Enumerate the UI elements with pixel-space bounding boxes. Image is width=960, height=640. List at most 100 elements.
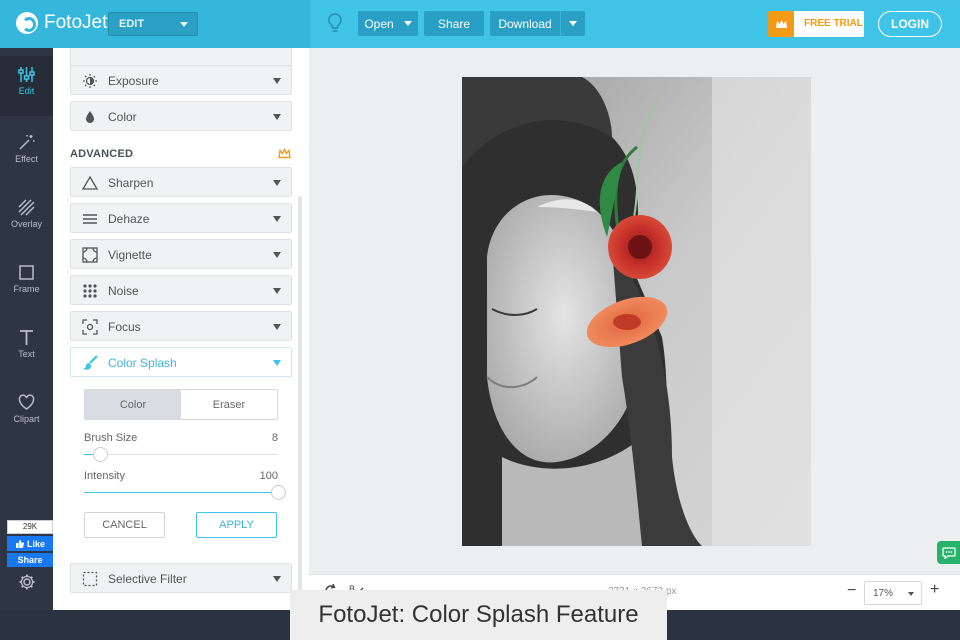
frame-icon bbox=[19, 265, 34, 280]
vignette-icon bbox=[82, 247, 98, 263]
magic-wand-icon bbox=[19, 135, 35, 150]
crown-icon bbox=[278, 148, 291, 159]
accordion-label: Exposure bbox=[108, 74, 159, 88]
share-label: Share bbox=[17, 555, 43, 565]
tab-eraser[interactable]: Eraser bbox=[181, 390, 277, 419]
accordion-focus[interactable]: Focus bbox=[70, 311, 292, 341]
accordion-noise[interactable]: Noise bbox=[70, 275, 292, 305]
chat-icon[interactable] bbox=[937, 541, 960, 564]
share-label: Share bbox=[437, 16, 471, 31]
top-bar: FotoJet EDIT Open Share Download FREE TR… bbox=[0, 0, 960, 48]
splash-mode-toggle: Color Eraser bbox=[84, 389, 278, 420]
droplet-icon bbox=[86, 111, 94, 123]
accordion-label: Dehaze bbox=[108, 212, 150, 226]
photo[interactable] bbox=[462, 77, 811, 546]
chevron-down-icon bbox=[273, 576, 281, 582]
chevron-down-icon bbox=[273, 78, 281, 84]
accordion-exposure[interactable]: Exposure bbox=[70, 65, 292, 95]
slider-handle[interactable] bbox=[92, 447, 108, 462]
download-button[interactable]: Download bbox=[490, 11, 585, 36]
brush-size-value: 8 bbox=[271, 432, 278, 444]
login-label: LOGIN bbox=[891, 17, 929, 31]
app-name: FotoJet bbox=[44, 12, 108, 33]
facebook-like-button[interactable]: Like bbox=[7, 536, 53, 551]
canvas-area bbox=[309, 48, 960, 574]
like-label: Like bbox=[26, 538, 45, 549]
nav-label: Frame bbox=[13, 284, 40, 294]
nav-item-effect[interactable]: Effect bbox=[0, 126, 53, 186]
accordion-selective-filter[interactable]: Selective Filter bbox=[70, 563, 292, 593]
accordion-dehaze[interactable]: Dehaze bbox=[70, 203, 292, 233]
chevron-down-icon bbox=[403, 21, 412, 26]
zoom-select[interactable]: 17% bbox=[864, 581, 922, 605]
nav-item-frame[interactable]: Frame bbox=[0, 256, 53, 316]
cancel-button[interactable]: CANCEL bbox=[84, 512, 165, 538]
chevron-down-icon bbox=[273, 288, 281, 294]
chevron-down-icon bbox=[273, 324, 281, 330]
accordion-color[interactable]: Color bbox=[70, 101, 292, 131]
facebook-widget: 29K Like Share bbox=[7, 520, 53, 567]
triangle-icon bbox=[82, 175, 98, 190]
free-trial-button[interactable]: FREE TRIAL bbox=[768, 11, 864, 37]
dehaze-icon bbox=[83, 214, 97, 224]
apply-button[interactable]: APPLY bbox=[196, 512, 277, 538]
zoom-value: 17% bbox=[873, 588, 894, 599]
caption: FotoJet: Color Splash Feature bbox=[290, 590, 667, 640]
nav-item-text[interactable]: Text bbox=[0, 321, 53, 381]
portrait-image bbox=[462, 77, 811, 546]
focus-icon bbox=[82, 319, 98, 335]
slider-fill bbox=[84, 492, 278, 493]
chevron-down-icon bbox=[180, 22, 188, 27]
brush-size-slider[interactable] bbox=[84, 447, 278, 462]
gear-icon[interactable] bbox=[18, 573, 36, 591]
text-icon bbox=[20, 330, 33, 345]
noise-icon bbox=[83, 284, 97, 298]
nav-label: Effect bbox=[15, 154, 38, 164]
chevron-down-icon bbox=[273, 114, 281, 120]
zoom-in-button[interactable]: + bbox=[930, 581, 939, 599]
chevron-down-icon bbox=[273, 216, 281, 222]
overlay-icon bbox=[18, 199, 35, 216]
chevron-down-icon[interactable] bbox=[569, 21, 577, 26]
accordion-label: Color bbox=[108, 110, 137, 124]
open-label: Open bbox=[364, 16, 394, 31]
nav-item-overlay[interactable]: Overlay bbox=[0, 191, 53, 251]
tab-color[interactable]: Color bbox=[85, 390, 181, 419]
zoom-out-button[interactable]: − bbox=[847, 582, 856, 600]
divider bbox=[560, 11, 561, 36]
thumbs-up-icon bbox=[15, 540, 24, 548]
accordion-label: Noise bbox=[108, 284, 139, 298]
sliders-icon bbox=[18, 67, 35, 82]
brush-size-label: Brush Size bbox=[84, 432, 138, 444]
accordion-partial[interactable] bbox=[70, 48, 292, 66]
nav-item-edit[interactable]: Edit bbox=[0, 56, 53, 116]
accordion-label: Sharpen bbox=[108, 176, 154, 190]
share-button[interactable]: Share bbox=[424, 11, 484, 36]
chevron-down-icon bbox=[273, 252, 281, 258]
accordion-label: Selective Filter bbox=[108, 572, 187, 586]
intensity-slider[interactable] bbox=[84, 485, 286, 500]
app-logo[interactable]: FotoJet bbox=[16, 12, 107, 34]
intensity-value: 100 bbox=[259, 470, 278, 482]
mode-select[interactable]: EDIT bbox=[108, 12, 198, 36]
slider-handle[interactable] bbox=[271, 485, 286, 500]
facebook-share-button[interactable]: Share bbox=[7, 553, 53, 567]
selection-icon bbox=[82, 571, 98, 587]
nav-item-clipart[interactable]: Clipart bbox=[0, 386, 53, 446]
chevron-down-icon bbox=[273, 180, 281, 186]
nav-label: Overlay bbox=[10, 219, 42, 229]
accordion-sharpen[interactable]: Sharpen bbox=[70, 167, 292, 197]
login-button[interactable]: LOGIN bbox=[878, 11, 942, 37]
panel-scrollbar[interactable] bbox=[298, 196, 302, 600]
advanced-heading: ADVANCED bbox=[70, 148, 134, 160]
download-label: Download bbox=[498, 17, 552, 31]
lightbulb-icon[interactable] bbox=[326, 12, 344, 36]
brand-zone: FotoJet EDIT bbox=[0, 0, 310, 48]
accordion-color-splash[interactable]: Color Splash bbox=[70, 347, 292, 377]
logo-icon bbox=[16, 12, 38, 34]
chevron-down-icon bbox=[908, 592, 914, 596]
accordion-vignette[interactable]: Vignette bbox=[70, 239, 292, 269]
crown-icon bbox=[768, 11, 794, 37]
open-button[interactable]: Open bbox=[358, 11, 418, 36]
heart-icon bbox=[18, 394, 35, 410]
